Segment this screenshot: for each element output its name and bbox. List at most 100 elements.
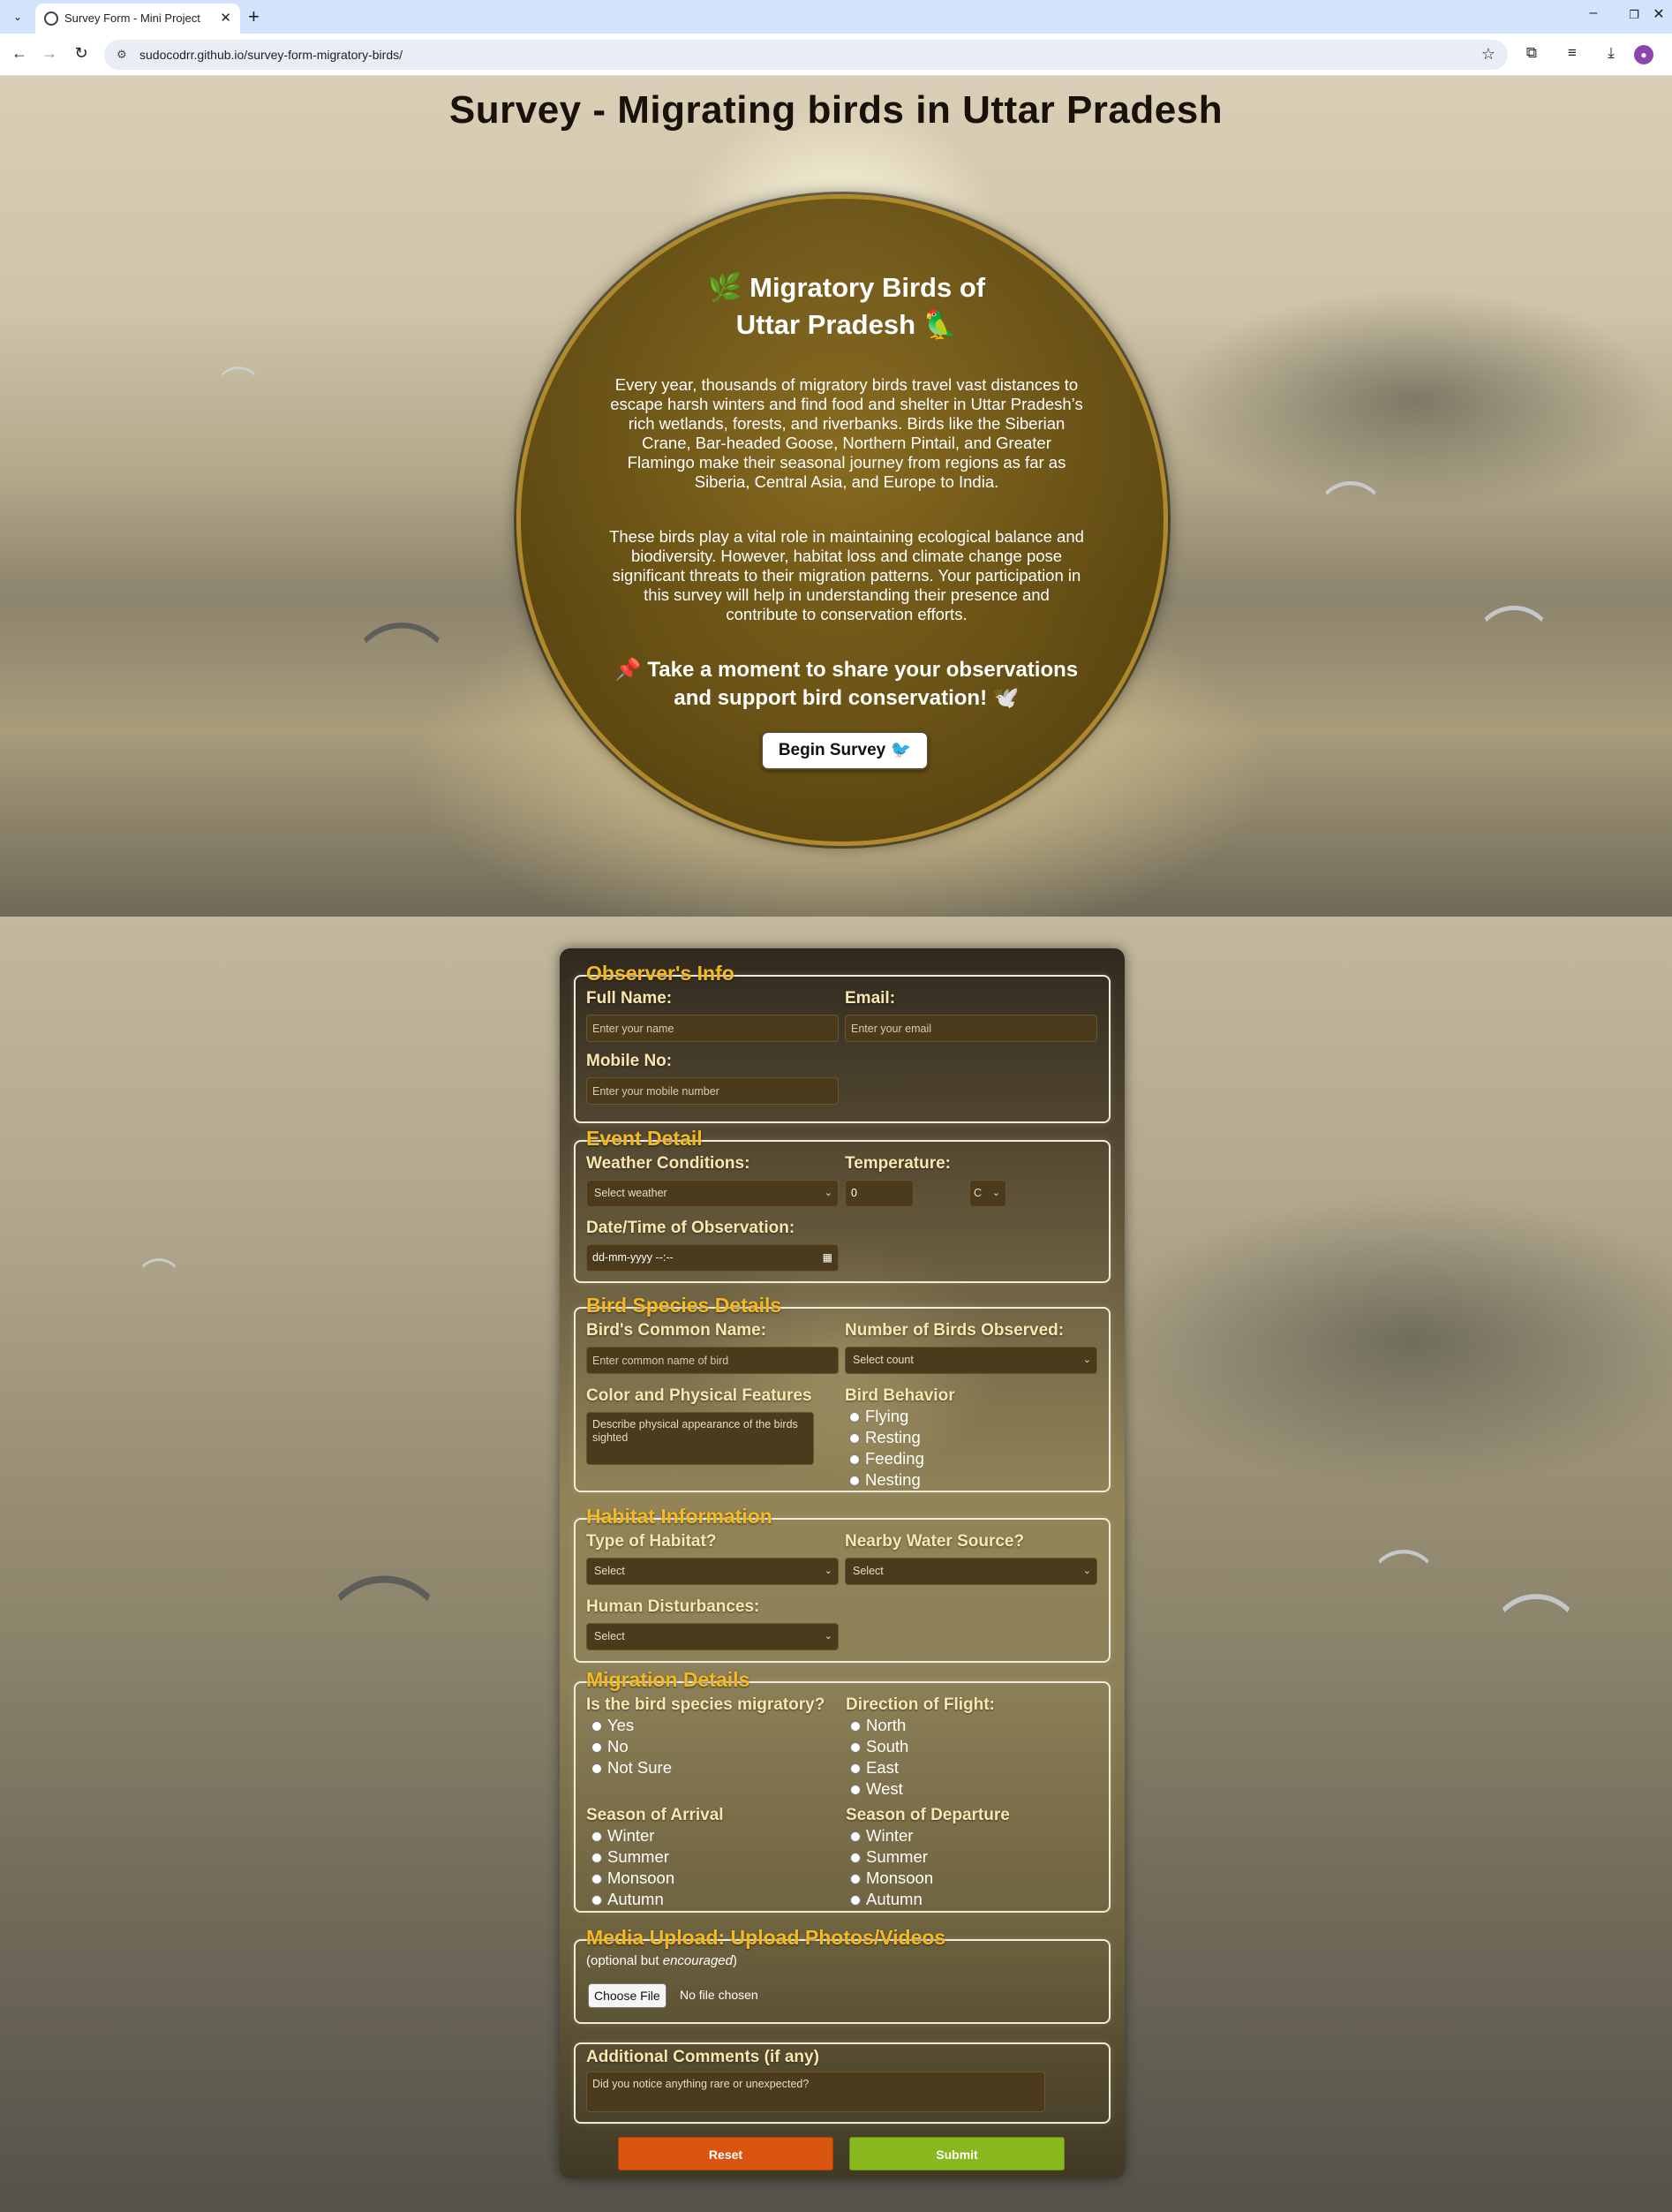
radio-button[interactable]: [591, 1721, 602, 1732]
radio-button[interactable]: [591, 1874, 602, 1884]
bird-count-select[interactable]: Select count ⌄: [845, 1347, 1097, 1374]
weather-select[interactable]: Select weather ⌄: [586, 1180, 839, 1207]
radio-button[interactable]: [850, 1895, 861, 1906]
chevron-down-icon: ⌄: [824, 1566, 832, 1576]
habitat-type-select[interactable]: Select ⌄: [586, 1558, 839, 1585]
behavior-option[interactable]: Resting: [849, 1427, 921, 1448]
page-viewport: ⌒ ⌒ ⌒ ⌒ ⌒ ⌒ ⌒ ⌒ Survey - Migrating birds…: [0, 76, 1672, 2212]
behavior-option[interactable]: Nesting: [849, 1469, 921, 1491]
full-name-input[interactable]: [586, 1015, 839, 1042]
radio-button[interactable]: [849, 1454, 860, 1465]
url-omnibox[interactable]: ⚙ sudocodrr.github.io/survey-form-migrat…: [104, 40, 1508, 70]
temperature-input[interactable]: 0: [845, 1180, 914, 1207]
new-tab-icon[interactable]: +: [248, 5, 260, 28]
behavior-option[interactable]: Feeding: [849, 1448, 924, 1469]
direction-option[interactable]: North: [850, 1715, 906, 1736]
bookmark-star-icon[interactable]: ☆: [1481, 45, 1495, 64]
direction-option[interactable]: South: [850, 1736, 908, 1757]
arrival-option[interactable]: Summer: [591, 1846, 669, 1868]
back-icon[interactable]: ←: [9, 44, 30, 63]
survey-form: Observer's Info Full Name: Email: Mobile…: [560, 948, 1125, 2178]
datetime-input[interactable]: dd-mm-yyyy --:-- ▦: [586, 1244, 839, 1272]
choose-file-button[interactable]: Choose File: [588, 1983, 667, 2008]
behavior-option[interactable]: Flying: [849, 1406, 908, 1427]
globe-icon: [44, 11, 58, 26]
mobile-label: Mobile No:: [586, 1052, 673, 1070]
profile-avatar[interactable]: ●: [1634, 45, 1653, 64]
section-legend: Habitat Information: [586, 1505, 772, 1528]
download-icon[interactable]: ⤓: [1600, 44, 1623, 62]
reset-button[interactable]: Reset: [618, 2137, 833, 2170]
reload-icon[interactable]: ↻: [71, 44, 92, 63]
site-info-icon[interactable]: ⚙: [117, 48, 127, 62]
bird-count-value: Select count: [853, 1354, 914, 1366]
radio-button[interactable]: [850, 1853, 861, 1863]
browser-tab-bar: ⌄ Survey Form - Mini Project ✕ + – ❐ ✕: [0, 0, 1672, 34]
comments-section: Additional Comments (if any) Did you not…: [574, 2042, 1111, 2124]
full-name-label: Full Name:: [586, 989, 673, 1008]
tab-search-icon[interactable]: ⌄: [9, 8, 26, 26]
minimize-icon[interactable]: –: [1580, 5, 1607, 21]
radio-button[interactable]: [850, 1742, 861, 1753]
departure-option[interactable]: Summer: [850, 1846, 928, 1868]
direction-option[interactable]: East: [850, 1757, 899, 1778]
option-label: South: [866, 1737, 909, 1755]
departure-option[interactable]: Winter: [850, 1825, 913, 1846]
migratory-option[interactable]: Not Sure: [591, 1757, 672, 1778]
comments-label: Additional Comments (if any): [586, 2048, 819, 2066]
common-name-input[interactable]: [586, 1347, 839, 1374]
radio-button[interactable]: [850, 1831, 861, 1842]
features-textarea[interactable]: Describe physical appearance of the bird…: [586, 1412, 814, 1465]
radio-button[interactable]: [591, 1831, 602, 1842]
extensions-icon[interactable]: ⧉: [1520, 44, 1543, 62]
restore-icon[interactable]: ❐: [1621, 8, 1647, 22]
water-source-select[interactable]: Select ⌄: [845, 1558, 1097, 1585]
media-note-emphasis: encouraged: [662, 1953, 733, 1968]
arrival-option[interactable]: Winter: [591, 1825, 654, 1846]
mobile-input[interactable]: [586, 1077, 839, 1105]
temperature-label: Temperature:: [845, 1154, 952, 1173]
radio-button[interactable]: [591, 1853, 602, 1863]
radio-button[interactable]: [849, 1433, 860, 1444]
bird-silhouette: ⌒: [1324, 479, 1377, 538]
option-label: Summer: [607, 1847, 669, 1866]
bird-silhouette: ⌒: [1501, 1590, 1571, 1669]
radio-button[interactable]: [850, 1785, 861, 1795]
migratory-label: Is the bird species migratory?: [586, 1695, 825, 1714]
submit-button[interactable]: Submit: [849, 2137, 1065, 2170]
radio-button[interactable]: [850, 1721, 861, 1732]
arrival-option[interactable]: Monsoon: [591, 1868, 674, 1889]
intro-heading: 🌿 Migratory Birds of Uttar Pradesh 🦜: [521, 269, 1172, 344]
departure-option[interactable]: Autumn: [850, 1889, 923, 1910]
habitat-type-label: Type of Habitat?: [586, 1532, 717, 1551]
disturbance-select[interactable]: Select ⌄: [586, 1623, 839, 1650]
migratory-option[interactable]: Yes: [591, 1715, 634, 1736]
direction-option[interactable]: West: [850, 1778, 903, 1800]
forward-icon[interactable]: →: [39, 44, 60, 63]
radio-button[interactable]: [849, 1412, 860, 1423]
common-name-label: Bird's Common Name:: [586, 1321, 767, 1340]
media-controls-icon[interactable]: ≡: [1561, 44, 1584, 62]
radio-button[interactable]: [850, 1763, 861, 1774]
comments-textarea[interactable]: Did you notice anything rare or unexpect…: [586, 2072, 1045, 2112]
calendar-icon[interactable]: ▦: [823, 1245, 832, 1271]
temperature-unit-select[interactable]: C ⌄: [969, 1180, 1006, 1207]
radio-button[interactable]: [591, 1742, 602, 1753]
email-input[interactable]: [845, 1015, 1097, 1042]
radio-button[interactable]: [591, 1763, 602, 1774]
browser-tab[interactable]: Survey Form - Mini Project ✕: [35, 4, 240, 34]
radio-button[interactable]: [850, 1874, 861, 1884]
section-legend: Bird Species Details: [586, 1294, 782, 1317]
begin-survey-button[interactable]: Begin Survey 🐦: [761, 731, 929, 770]
weather-select-value: Select weather: [594, 1187, 667, 1199]
radio-button[interactable]: [849, 1476, 860, 1486]
bird-silhouette: ⌒: [221, 366, 256, 404]
migratory-option[interactable]: No: [591, 1736, 629, 1757]
radio-button[interactable]: [591, 1895, 602, 1906]
water-source-value: Select: [853, 1565, 884, 1577]
window-close-icon[interactable]: ✕: [1646, 5, 1672, 23]
arrival-option[interactable]: Autumn: [591, 1889, 664, 1910]
chevron-down-icon: ⌄: [1082, 1566, 1091, 1576]
departure-option[interactable]: Monsoon: [850, 1868, 933, 1889]
close-icon[interactable]: ✕: [220, 10, 231, 26]
